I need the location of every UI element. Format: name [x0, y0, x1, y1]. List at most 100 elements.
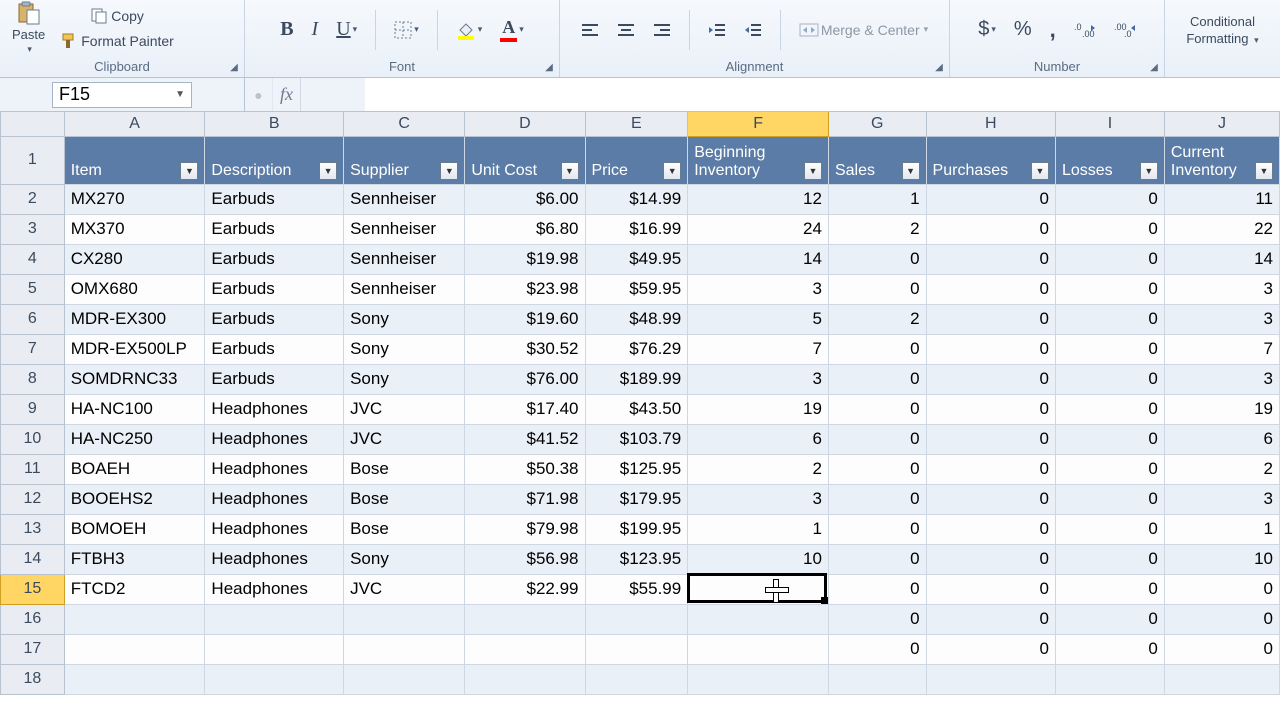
table-header-G[interactable]: Sales▼ — [828, 136, 926, 184]
cell-I10[interactable]: 0 — [1055, 424, 1164, 454]
borders-button[interactable]: ▾ — [390, 19, 423, 41]
row-header-12[interactable]: 12 — [1, 484, 65, 514]
table-header-I[interactable]: Losses▼ — [1055, 136, 1164, 184]
cell-J8[interactable]: 3 — [1164, 364, 1279, 394]
row-header-5[interactable]: 5 — [1, 274, 65, 304]
row-header-7[interactable]: 7 — [1, 334, 65, 364]
col-header-F[interactable]: F — [688, 112, 829, 136]
cell-C11[interactable]: Bose — [344, 454, 465, 484]
cell-C13[interactable]: Bose — [344, 514, 465, 544]
cell-D9[interactable]: $17.40 — [465, 394, 585, 424]
cell-F10[interactable]: 6 — [688, 424, 829, 454]
cell-A14[interactable]: FTBH3 — [64, 544, 205, 574]
cell-D14[interactable]: $56.98 — [465, 544, 585, 574]
filter-button-J[interactable]: ▼ — [1255, 162, 1273, 180]
cell-C18[interactable] — [344, 664, 465, 694]
cell-H12[interactable]: 0 — [926, 484, 1055, 514]
cell-F11[interactable]: 2 — [688, 454, 829, 484]
paste-button[interactable]: Paste ▾ — [6, 0, 51, 57]
cell-B9[interactable]: Headphones — [205, 394, 344, 424]
cell-G12[interactable]: 0 — [828, 484, 926, 514]
cell-I16[interactable]: 0 — [1055, 604, 1164, 634]
cell-D13[interactable]: $79.98 — [465, 514, 585, 544]
cell-H3[interactable]: 0 — [926, 214, 1055, 244]
cell-A15[interactable]: FTCD2 — [64, 574, 205, 604]
cell-G13[interactable]: 0 — [828, 514, 926, 544]
format-painter-button[interactable]: Format Painter — [55, 29, 178, 53]
cell-J12[interactable]: 3 — [1164, 484, 1279, 514]
cell-G16[interactable]: 0 — [828, 604, 926, 634]
row-header-8[interactable]: 8 — [1, 364, 65, 394]
table-header-H[interactable]: Purchases▼ — [926, 136, 1055, 184]
cell-E11[interactable]: $125.95 — [585, 454, 688, 484]
cell-A9[interactable]: HA-NC100 — [64, 394, 205, 424]
cell-A2[interactable]: MX270 — [64, 184, 205, 214]
cell-E3[interactable]: $16.99 — [585, 214, 688, 244]
cell-E12[interactable]: $179.95 — [585, 484, 688, 514]
cell-B2[interactable]: Earbuds — [205, 184, 344, 214]
cell-B17[interactable] — [205, 634, 344, 664]
cell-D4[interactable]: $19.98 — [465, 244, 585, 274]
cell-F6[interactable]: 5 — [688, 304, 829, 334]
align-center-button[interactable] — [613, 20, 639, 40]
cell-G8[interactable]: 0 — [828, 364, 926, 394]
cell-E6[interactable]: $48.99 — [585, 304, 688, 334]
row-header-3[interactable]: 3 — [1, 214, 65, 244]
row-header-11[interactable]: 11 — [1, 454, 65, 484]
increase-indent-button[interactable] — [740, 20, 766, 40]
row-header-16[interactable]: 16 — [1, 604, 65, 634]
cell-J7[interactable]: 7 — [1164, 334, 1279, 364]
cell-C17[interactable] — [344, 634, 465, 664]
cell-E13[interactable]: $199.95 — [585, 514, 688, 544]
cell-B5[interactable]: Earbuds — [205, 274, 344, 304]
cell-I14[interactable]: 0 — [1055, 544, 1164, 574]
row-header-9[interactable]: 9 — [1, 394, 65, 424]
cell-A4[interactable]: CX280 — [64, 244, 205, 274]
col-header-B[interactable]: B — [205, 112, 344, 136]
cell-H2[interactable]: 0 — [926, 184, 1055, 214]
cell-F2[interactable]: 12 — [688, 184, 829, 214]
col-header-I[interactable]: I — [1055, 112, 1164, 136]
row-header-15[interactable]: 15 — [1, 574, 65, 604]
cell-D8[interactable]: $76.00 — [465, 364, 585, 394]
increase-decimal-button[interactable]: .0.00 — [1070, 19, 1100, 41]
cell-I17[interactable]: 0 — [1055, 634, 1164, 664]
cell-H9[interactable]: 0 — [926, 394, 1055, 424]
cell-C12[interactable]: Bose — [344, 484, 465, 514]
cell-I8[interactable]: 0 — [1055, 364, 1164, 394]
insert-function-button[interactable]: fx — [273, 78, 301, 111]
table-header-D[interactable]: Unit Cost▼ — [465, 136, 585, 184]
filter-button-H[interactable]: ▼ — [1031, 162, 1049, 180]
dialog-launcher-number[interactable]: ◢ — [1147, 60, 1161, 74]
cell-G11[interactable]: 0 — [828, 454, 926, 484]
cell-C10[interactable]: JVC — [344, 424, 465, 454]
formula-input[interactable] — [365, 78, 1280, 111]
cell-F16[interactable] — [688, 604, 829, 634]
cell-C3[interactable]: Sennheiser — [344, 214, 465, 244]
cell-J15[interactable]: 0 — [1164, 574, 1279, 604]
name-box[interactable]: F15 ▼ — [52, 82, 192, 108]
cell-G17[interactable]: 0 — [828, 634, 926, 664]
cell-J5[interactable]: 3 — [1164, 274, 1279, 304]
table-header-J[interactable]: CurrentInventory▼ — [1164, 136, 1279, 184]
cell-C14[interactable]: Sony — [344, 544, 465, 574]
cell-B4[interactable]: Earbuds — [205, 244, 344, 274]
cell-I6[interactable]: 0 — [1055, 304, 1164, 334]
table-header-B[interactable]: Description▼ — [205, 136, 344, 184]
cell-A3[interactable]: MX370 — [64, 214, 205, 244]
row-header-14[interactable]: 14 — [1, 544, 65, 574]
cell-I4[interactable]: 0 — [1055, 244, 1164, 274]
cell-J2[interactable]: 11 — [1164, 184, 1279, 214]
cell-J13[interactable]: 1 — [1164, 514, 1279, 544]
cell-B14[interactable]: Headphones — [205, 544, 344, 574]
cell-C7[interactable]: Sony — [344, 334, 465, 364]
cell-F5[interactable]: 3 — [688, 274, 829, 304]
row-header-4[interactable]: 4 — [1, 244, 65, 274]
cell-B12[interactable]: Headphones — [205, 484, 344, 514]
cell-D2[interactable]: $6.00 — [465, 184, 585, 214]
cell-C8[interactable]: Sony — [344, 364, 465, 394]
cell-G2[interactable]: 1 — [828, 184, 926, 214]
cell-A13[interactable]: BOMOEH — [64, 514, 205, 544]
align-right-button[interactable] — [649, 20, 675, 40]
fill-color-button[interactable]: ▾ — [452, 18, 487, 42]
